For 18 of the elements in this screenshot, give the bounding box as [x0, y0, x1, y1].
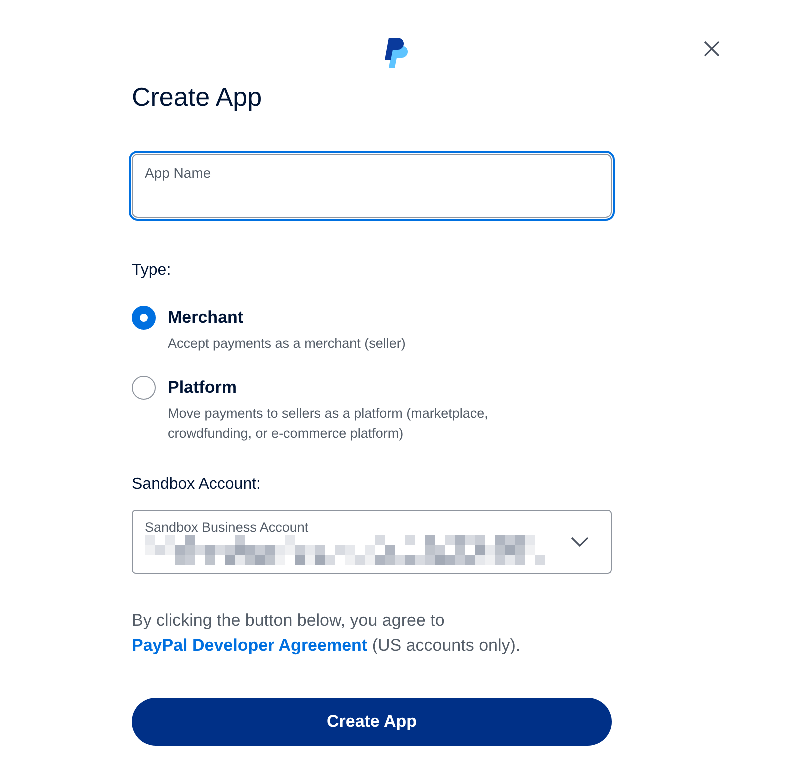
- create-app-button[interactable]: Create App: [132, 698, 612, 746]
- option-label: Platform: [168, 378, 238, 398]
- agreement-text: By clicking the button below, you agree to PayPal Developer Agreement (US accounts only).: [132, 610, 522, 657]
- dialog-title: Create App: [132, 82, 264, 114]
- app-name-field[interactable]: App Name: [132, 154, 612, 218]
- radio-button[interactable]: [132, 306, 156, 330]
- chevron-down-icon: [571, 537, 589, 547]
- agreement-link[interactable]: PayPal Developer Agreement: [132, 636, 368, 655]
- select-label: Sandbox Business Account: [145, 520, 310, 534]
- sandbox-account-select[interactable]: Sandbox Business Account: [132, 510, 612, 574]
- radio-button[interactable]: [132, 376, 156, 400]
- option-description: Accept payments as a merchant (seller): [168, 335, 407, 353]
- option-label: Merchant: [168, 308, 245, 328]
- logo-icon: [384, 38, 410, 70]
- sandbox-label: Sandbox Account:: [132, 476, 262, 494]
- type-label: Type:: [132, 262, 172, 280]
- close-icon[interactable]: [704, 41, 720, 57]
- option-description: Move payments to sellers as a platform (marketplace, crowdfunding, or e-commerce platform): [168, 405, 490, 443]
